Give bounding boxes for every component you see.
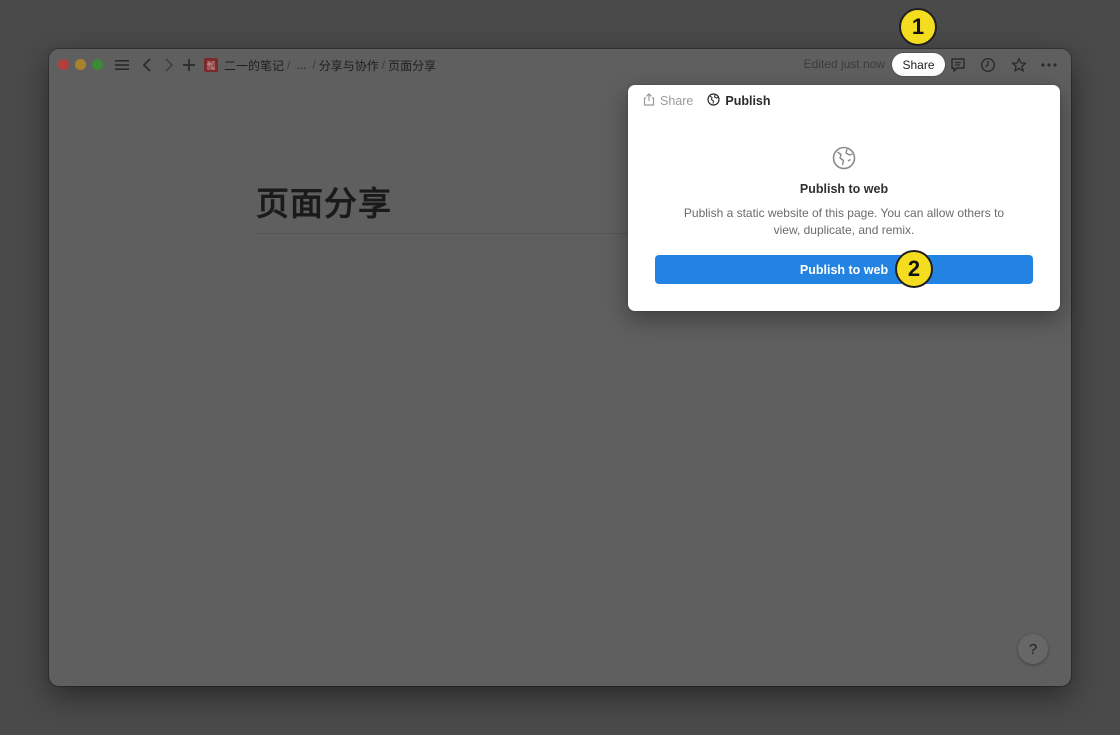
edited-status: Edited just now (803, 57, 885, 71)
breadcrumb-separator: / (381, 58, 386, 72)
breadcrumb-item-ellipsis[interactable]: ... (296, 58, 306, 72)
breadcrumb-item-current[interactable]: 页面分享 (388, 57, 436, 74)
title-bar: 瓢 二一的笔记 / ... / 分享与协作 / 页面分享 Edited just… (49, 49, 1071, 81)
more-icon[interactable] (1040, 56, 1058, 74)
menu-icon[interactable] (113, 56, 131, 74)
globe-icon (707, 93, 720, 109)
breadcrumb-separator: / (287, 58, 291, 72)
breadcrumb-separator: / (312, 58, 316, 72)
workspace-icon: 瓢 (204, 58, 218, 72)
tab-publish-label: Publish (725, 94, 771, 108)
popover-tabs: Share Publish (643, 93, 771, 109)
tab-publish[interactable]: Publish (707, 93, 771, 109)
tab-share-label: Share (660, 94, 694, 108)
add-icon[interactable] (180, 56, 198, 74)
share-button[interactable]: Share (892, 53, 945, 76)
publish-to-web-button[interactable]: Publish to web (655, 255, 1033, 284)
forward-icon[interactable] (160, 56, 178, 74)
share-popover: Share Publish Publish to web Publish a s… (628, 85, 1060, 311)
close-window-button[interactable] (58, 59, 69, 70)
history-icon[interactable] (979, 56, 997, 74)
minimize-window-button[interactable] (75, 59, 86, 70)
breadcrumb-item-workspace[interactable]: 二一的笔记 (224, 57, 284, 74)
page-title[interactable]: 页面分享 (256, 177, 392, 225)
breadcrumb: 瓢 二一的笔记 / ... / 分享与协作 / 页面分享 (204, 57, 436, 73)
help-button[interactable]: ? (1018, 634, 1048, 664)
desktop: 瓢 二一的笔记 / ... / 分享与协作 / 页面分享 Edited just… (0, 0, 1120, 735)
back-icon[interactable] (138, 56, 156, 74)
breadcrumb-item-parent[interactable]: 分享与协作 (319, 57, 379, 74)
comment-icon[interactable] (949, 56, 967, 74)
zoom-window-button[interactable] (92, 59, 103, 70)
title-divider (256, 233, 656, 234)
step-marker-2: 2 (895, 250, 933, 288)
publish-heading: Publish to web (799, 182, 889, 196)
share-icon (643, 93, 655, 109)
step-marker-1: 1 (899, 8, 937, 46)
star-icon[interactable] (1010, 56, 1028, 74)
globe-icon (832, 146, 856, 170)
tab-share[interactable]: Share (643, 93, 693, 109)
publish-description: Publish a static website of this page. Y… (683, 206, 1005, 237)
